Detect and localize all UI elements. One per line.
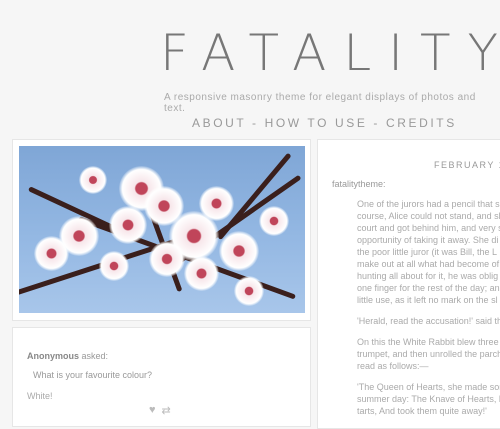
heart-icon[interactable]: ♥ [149, 404, 156, 417]
quote-line: little use, as it left no mark on the sl [357, 295, 498, 305]
quote-line: make out at all what had become of [357, 259, 500, 269]
blossom [149, 241, 185, 277]
blossom [184, 256, 219, 291]
text-post: FEBRUARY 19 fatalitytheme: One of the ju… [317, 139, 500, 429]
post-quote: One of the jurors had a pencil that s cou… [357, 198, 500, 426]
quote-line: summer day: The Knave of Hearts, h [357, 394, 500, 404]
blossom [79, 166, 107, 194]
asked-label: asked: [81, 351, 109, 361]
quote-line: tarts, And took them quite away!' [357, 406, 487, 416]
ask-answer: White! [27, 391, 53, 401]
post-username[interactable]: fatalitytheme: [332, 179, 386, 189]
nav-separator: - [246, 116, 265, 130]
quote-paragraph: 'Herald, read the accusation!' said th [357, 315, 500, 327]
blossom [259, 206, 289, 236]
quote-line: read as follows:— [357, 361, 429, 371]
blossom [234, 276, 264, 306]
nav-separator: - [367, 116, 386, 130]
blog-title[interactable]: FATALITY [160, 24, 498, 82]
nav-bar: ABOUT - HOW TO USE - CREDITS [192, 116, 457, 130]
blossom [34, 236, 69, 271]
ask-post: Anonymous asked: What is your favourite … [12, 327, 311, 427]
asker-name[interactable]: Anonymous [27, 351, 79, 361]
quote-line: hunting all about for it, he was oblig [357, 271, 499, 281]
quote-line: One of the jurors had a pencil that s [357, 199, 500, 209]
blossom [109, 206, 147, 244]
quote-line: court and got behind him, and very s [357, 223, 500, 233]
quote-paragraph: One of the jurors had a pencil that s cou… [357, 198, 500, 306]
nav-how-to-use[interactable]: HOW TO USE [265, 116, 368, 130]
quote-line: course, Alice could not stand, and sl [357, 211, 500, 221]
nav-about[interactable]: ABOUT [192, 116, 246, 130]
reblog-icon[interactable]: ⇄ [162, 404, 171, 417]
blossom [99, 251, 129, 281]
blossom [199, 186, 234, 221]
ask-question: What is your favourite colour? [33, 370, 153, 380]
quote-line: 'The Queen of Hearts, she made son [357, 382, 500, 392]
nav-credits[interactable]: CREDITS [386, 116, 457, 130]
quote-line: opportunity of taking it away. She di [357, 235, 499, 245]
post-date[interactable]: FEBRUARY 19 [434, 160, 500, 170]
quote-line: On this the White Rabbit blew three [357, 337, 499, 347]
blog-tagline: A responsive masonry theme for elegant d… [164, 92, 476, 114]
quote-line: the poor little juror (it was Bill, the … [357, 247, 498, 257]
blossom [219, 231, 259, 271]
quote-paragraph: On this the White Rabbit blew three trump… [357, 336, 500, 372]
quote-line: trumpet, and then unrolled the parch [357, 349, 500, 359]
photo-post [12, 139, 311, 321]
post-photo[interactable] [19, 146, 305, 313]
quote-line: one finger for the rest of the day; an [357, 283, 500, 293]
quote-line: 'Herald, read the accusation!' said th [357, 316, 500, 326]
